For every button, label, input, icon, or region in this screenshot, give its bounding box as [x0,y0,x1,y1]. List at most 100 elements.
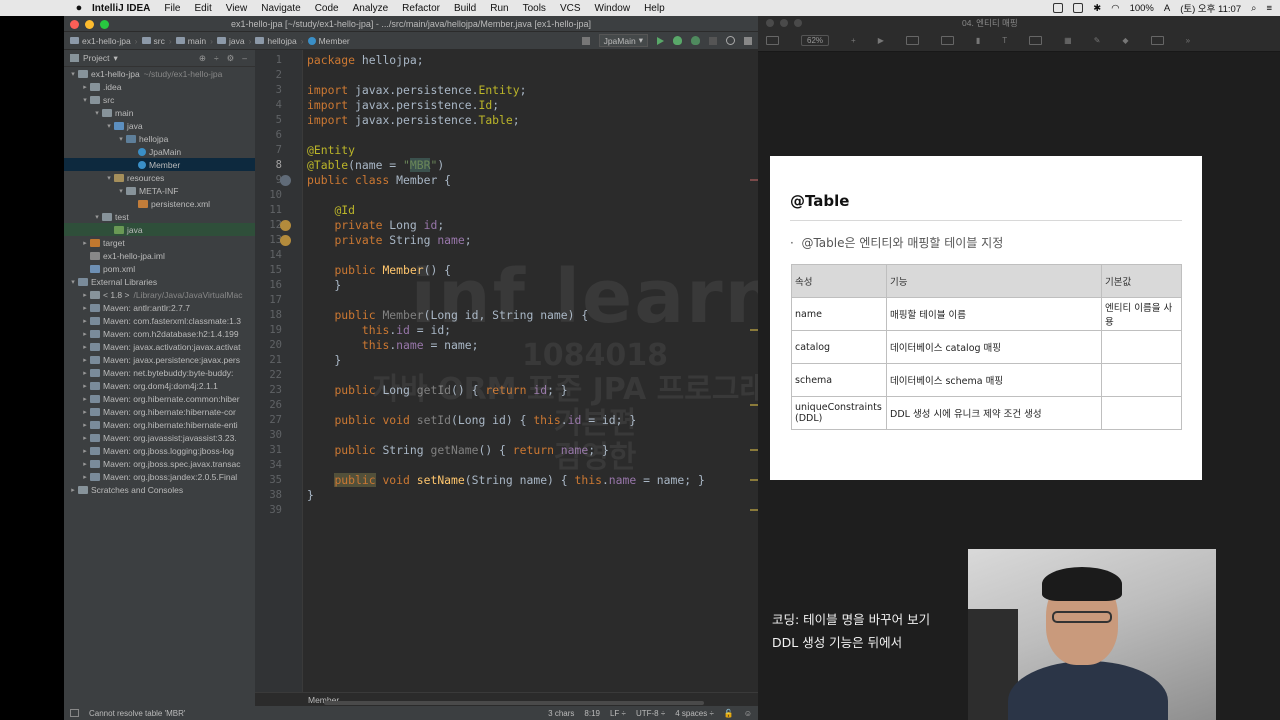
code-line[interactable]: private Long id; [307,218,444,233]
code-line[interactable]: this.id = id; [307,323,451,338]
expanded-arrow-icon[interactable]: ▾ [92,213,102,221]
breadcrumb-member[interactable]: Member [307,36,350,46]
breadcrumb-src[interactable]: src [141,36,165,46]
collapsed-arrow-icon[interactable]: ▸ [80,408,90,416]
expanded-arrow-icon[interactable]: ▾ [116,187,126,195]
tree-item[interactable]: ▸ Maven: org.jboss.logging:jboss-log [64,444,255,457]
project-structure-icon[interactable] [744,36,752,45]
search-icon[interactable]: ⌕ [1251,3,1256,14]
line-number[interactable]: 5 [254,113,282,128]
line-number[interactable]: 18 [254,308,282,323]
inspection-marker[interactable] [750,449,758,451]
collapsed-arrow-icon[interactable]: ▸ [80,291,90,299]
line-number[interactable]: 15 [254,263,282,278]
breadcrumb-project[interactable]: ex1-hello-jpa [70,36,131,46]
code-line[interactable]: @Table(name = "MBR") [307,158,444,173]
breadcrumb-hellojpa[interactable]: hellojpa [255,36,297,46]
collapsed-arrow-icon[interactable]: ▸ [80,239,90,247]
line-number[interactable]: 39 [254,503,282,518]
line-number[interactable]: 17 [254,293,282,308]
tree-item[interactable]: ▸ Scratches and Consoles [64,483,255,496]
line-number[interactable]: 9 [254,173,282,188]
wifi-icon[interactable]: ◠ [1111,3,1119,14]
menu-navigate[interactable]: Navigate [261,3,300,14]
play-icon[interactable]: ▶ [878,36,884,45]
code-line[interactable]: import javax.persistence.Id; [307,98,499,113]
collapsed-arrow-icon[interactable]: ▸ [80,356,90,364]
tree-item[interactable]: JpaMain [64,145,255,158]
expanded-arrow-icon[interactable]: ▾ [80,96,90,104]
line-number[interactable]: 14 [254,248,282,263]
tree-item[interactable]: ▸ target [64,236,255,249]
line-number[interactable]: 23 [254,383,282,398]
tree-item[interactable]: ▸ < 1.8 >/Library/Java/JavaVirtualMac [64,288,255,301]
tree-item[interactable]: ▾ main [64,106,255,119]
hide-icon[interactable]: – [242,53,247,64]
apple-icon[interactable]: ● [66,2,92,14]
menu-run[interactable]: Run [490,3,508,14]
line-number[interactable]: 2 [254,68,282,83]
file-encoding[interactable]: UTF-8 ÷ [636,709,665,718]
collapsed-arrow-icon[interactable]: ▸ [80,343,90,351]
collapsed-arrow-icon[interactable]: ▸ [80,317,90,325]
collapsed-arrow-icon[interactable]: ▸ [80,369,90,377]
menu-edit[interactable]: Edit [194,3,211,14]
inspection-marker[interactable] [750,329,758,331]
line-number[interactable]: 20 [254,338,282,353]
menu-file[interactable]: File [164,3,180,14]
collapsed-arrow-icon[interactable]: ▸ [68,486,78,494]
tree-item[interactable]: ▾ java [64,119,255,132]
tree-item[interactable]: ▸ Maven: org.hibernate.common:hiber [64,392,255,405]
collapsed-arrow-icon[interactable]: ▸ [80,473,90,481]
screen-icon[interactable] [1073,3,1084,13]
tree-item[interactable]: ▸ Maven: javax.persistence:javax.pers [64,353,255,366]
menu-tools[interactable]: Tools [523,3,546,14]
tree-item[interactable]: java [64,223,255,236]
tree-item[interactable]: ▸ Maven: org.javassist:javassist:3.23. [64,431,255,444]
battery-percent[interactable]: 100% [1130,3,1154,14]
code-line[interactable]: public void setName(String name) { this.… [307,473,705,488]
zoom-icon[interactable] [100,20,109,29]
breadcrumb-main[interactable]: main [175,36,206,46]
code-line[interactable]: public class Member { [307,173,451,188]
stop-icon[interactable] [709,36,717,45]
tree-item[interactable]: ▸ Maven: org.dom4j:dom4j:2.1.1 [64,379,255,392]
tree-item[interactable]: ▸ Maven: org.jboss.spec.javax.transac [64,457,255,470]
line-number[interactable]: 22 [254,368,282,383]
inspection-marker[interactable] [750,479,758,481]
collapsed-arrow-icon[interactable]: ▸ [80,434,90,442]
app-menu[interactable]: IntelliJ IDEA [92,3,150,14]
code-line[interactable]: public void setId(Long id) { this.id = i… [307,413,636,428]
menu-refactor[interactable]: Refactor [402,3,440,14]
line-separator[interactable]: LF ÷ [610,709,626,718]
code-line[interactable]: @Id [307,203,355,218]
menu-help[interactable]: Help [644,3,665,14]
animate-icon[interactable]: ◆ [1122,36,1128,45]
line-number[interactable]: 21 [254,353,282,368]
expanded-arrow-icon[interactable]: ▾ [116,135,126,143]
menu-window[interactable]: Window [595,3,631,14]
tree-item[interactable]: ▾ META-INF [64,184,255,197]
locate-icon[interactable]: ⊕ [199,53,206,64]
menu-view[interactable]: View [226,3,248,14]
view-icon[interactable] [766,36,779,45]
collapse-icon[interactable]: ÷ [214,53,219,64]
chevron-down-icon[interactable]: ▾ [113,53,117,64]
line-number[interactable]: 34 [254,458,282,473]
tree-item[interactable]: ex1-hello-jpa.iml [64,249,255,262]
run-configuration-select[interactable]: JpaMain ▾ [598,34,648,47]
tree-item[interactable]: ▸ Maven: javax.activation:javax.activat [64,340,255,353]
line-number[interactable]: 12 [254,218,282,233]
tool-windows-icon[interactable] [70,709,79,717]
line-number[interactable]: 16 [254,278,282,293]
code-line[interactable]: public Member(Long id, String name) { [307,308,588,323]
code-line[interactable]: } [307,353,341,368]
collapsed-arrow-icon[interactable]: ▸ [80,447,90,455]
collapsed-arrow-icon[interactable]: ▸ [80,304,90,312]
indent-setting[interactable]: 4 spaces ÷ [675,709,714,718]
db-mapping-icon[interactable] [280,175,291,186]
code-line[interactable]: import javax.persistence.Table; [307,113,520,128]
tree-item[interactable]: ▸ Maven: org.jboss:jandex:2.0.5.Final [64,470,255,483]
bluetooth-icon[interactable]: ✱ [1093,3,1101,14]
code-line[interactable]: public Member() { [307,263,451,278]
